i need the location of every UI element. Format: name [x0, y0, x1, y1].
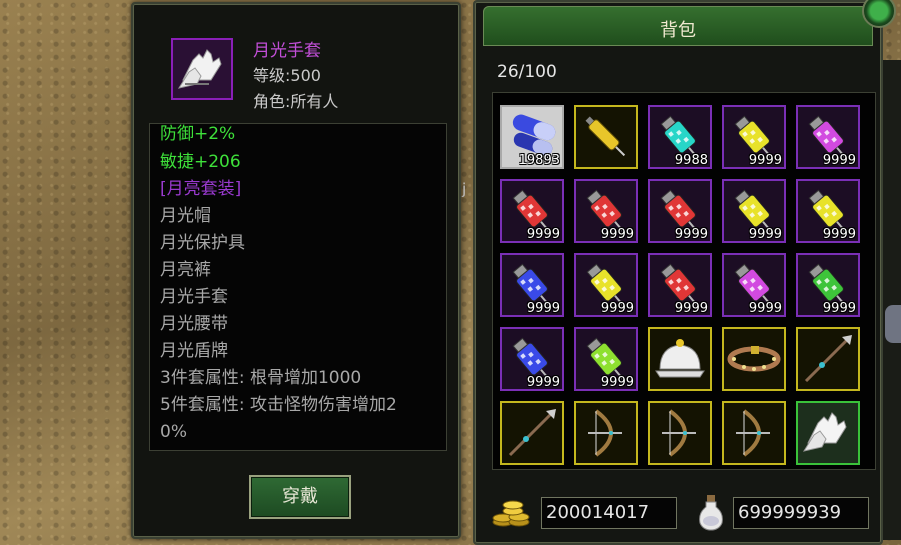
item-name: 月光手套 — [253, 41, 321, 61]
slot-quantity: 9999 — [526, 227, 560, 242]
inventory-slot[interactable]: 9999 — [574, 179, 638, 243]
inventory-grid: 19893 9988 9999 9999 9999 9999 9999 9999… — [492, 92, 876, 470]
inventory-slot[interactable]: 19893 — [500, 105, 564, 169]
inventory-slot[interactable]: 9999 — [500, 253, 564, 317]
side-handle[interactable] — [885, 305, 901, 343]
slot-quantity: 9999 — [822, 301, 856, 316]
set-piece: 月光帽 — [160, 206, 211, 226]
slot-quantity: 9999 — [526, 375, 560, 390]
bow-icon — [662, 409, 696, 457]
inventory-slot[interactable]: 9999 — [500, 327, 564, 391]
slot-quantity: 9999 — [748, 227, 782, 242]
slot-quantity: 9999 — [600, 227, 634, 242]
item-thumbnail — [171, 38, 233, 100]
slot-quantity: 9999 — [600, 301, 634, 316]
gold-syringe-icon — [585, 116, 626, 157]
crossbow-icon — [588, 409, 622, 457]
inventory-slot[interactable]: 9999 — [796, 105, 860, 169]
inventory-slot[interactable]: 9999 — [648, 179, 712, 243]
item-level: 等级:500 — [253, 66, 321, 85]
set-bonus: 5件套属性: 攻击怪物伤害增加2 — [160, 395, 397, 415]
inventory-slot[interactable] — [574, 105, 638, 169]
backpack-titlebar[interactable]: 背包 — [483, 6, 873, 46]
slot-quantity: 19893 — [518, 153, 560, 168]
inventory-slot[interactable] — [796, 327, 860, 391]
inventory-slot[interactable] — [500, 401, 564, 465]
slot-quantity: 9999 — [748, 301, 782, 316]
inventory-slot[interactable]: 9999 — [722, 253, 786, 317]
stat-line: 防御+2% — [160, 124, 236, 144]
white-gloves-icon — [177, 49, 222, 89]
potion-amount-field: 699999939 — [733, 497, 869, 529]
item-role: 角色:所有人 — [253, 92, 339, 111]
bow-icon — [736, 409, 770, 457]
slot-quantity: 9999 — [600, 375, 634, 390]
equip-button[interactable]: 穿戴 — [249, 475, 351, 519]
gold-amount-field: 200014017 — [541, 497, 677, 529]
item-tooltip-panel: 月光手套 等级:500 角色:所有人 防御+2% 敏捷+206 [月亮套装] 月… — [131, 2, 461, 539]
gold-coins-icon — [492, 500, 530, 527]
white-gloves-icon — [802, 412, 847, 452]
slot-quantity: 9999 — [748, 153, 782, 168]
slot-quantity: 9999 — [674, 227, 708, 242]
set-name: [月亮套装] — [160, 179, 242, 199]
inventory-slot[interactable] — [648, 401, 712, 465]
slot-quantity: 9999 — [526, 301, 560, 316]
stat-line: 敏捷+206 — [160, 152, 241, 172]
inventory-slot[interactable] — [722, 327, 786, 391]
inventory-slot[interactable]: 9988 — [648, 105, 712, 169]
inventory-slot[interactable] — [648, 327, 712, 391]
inventory-slot[interactable]: 9999 — [796, 253, 860, 317]
inventory-slot[interactable]: 9999 — [796, 179, 860, 243]
inventory-slot[interactable] — [796, 401, 860, 465]
set-piece: 月光手套 — [160, 287, 228, 307]
set-bonus: 3件套属性: 根骨增加1000 — [160, 368, 362, 388]
set-piece: 月光保护具 — [160, 233, 245, 253]
inventory-slot[interactable]: 9999 — [648, 253, 712, 317]
sword-icon — [508, 409, 556, 457]
slot-quantity: 9988 — [674, 153, 708, 168]
background-npc-text: j — [462, 180, 467, 198]
item-attribute-box: 防御+2% 敏捷+206 [月亮套装] 月光帽 月光保护具 月亮裤 月光手套 月… — [149, 123, 447, 451]
slot-quantity: 9999 — [674, 301, 708, 316]
backpack-capacity: 26/100 — [497, 62, 557, 82]
inventory-slot[interactable]: 9999 — [500, 179, 564, 243]
inventory-slot[interactable] — [722, 401, 786, 465]
white-helmet-icon — [655, 339, 705, 378]
set-piece: 月光盾牌 — [160, 341, 228, 361]
set-piece: 月亮裤 — [160, 260, 211, 280]
slot-quantity: 9999 — [822, 227, 856, 242]
spear-icon — [804, 335, 852, 383]
backpack-panel: 背包 26/100 19893 9988 9999 9999 9999 9999… — [473, 0, 883, 545]
inventory-slot[interactable]: 9999 — [574, 253, 638, 317]
inventory-slot[interactable]: 9999 — [722, 105, 786, 169]
slot-quantity: 9999 — [822, 153, 856, 168]
set-bonus-wrap: 0% — [160, 422, 187, 442]
inventory-slot[interactable]: 9999 — [574, 327, 638, 391]
inventory-slot[interactable] — [574, 401, 638, 465]
set-piece: 月光腰带 — [160, 314, 228, 334]
studded-belt-icon — [727, 346, 781, 372]
backpack-title: 背包 — [660, 20, 696, 41]
side-panel-edge — [883, 60, 901, 540]
inventory-slot[interactable]: 9999 — [722, 179, 786, 243]
potion-bottle-icon — [699, 495, 723, 531]
